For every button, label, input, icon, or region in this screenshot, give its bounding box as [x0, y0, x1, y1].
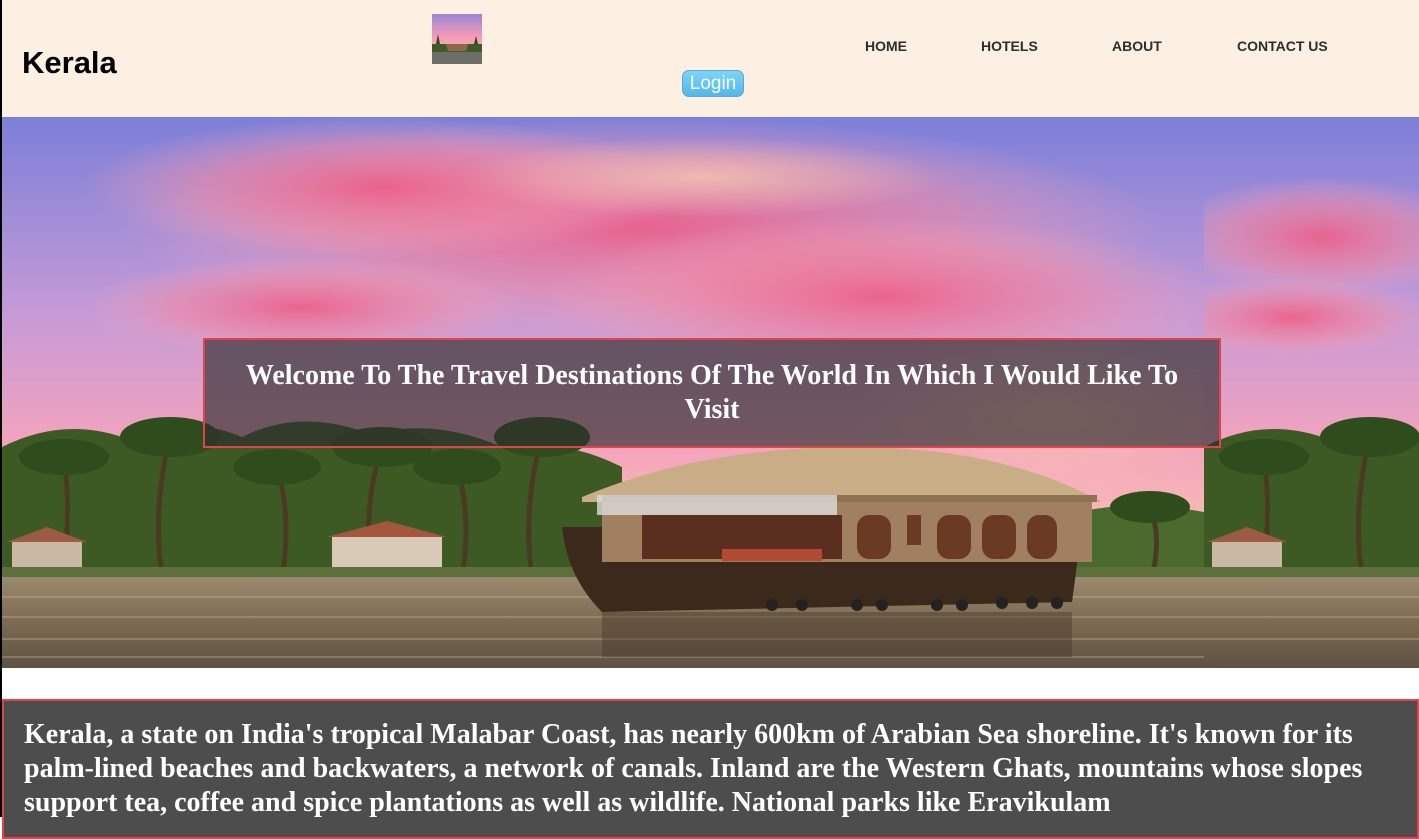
nav-hotels-link[interactable]: HOTELS: [981, 38, 1038, 54]
welcome-banner: Welcome To The Travel Destinations Of Th…: [203, 338, 1221, 448]
page-left-border: [0, 0, 2, 817]
site-header: Kerala HOME HOTELS ABOUT CONTACT US Logi…: [0, 0, 1419, 117]
nav-about-link[interactable]: ABOUT: [1112, 38, 1162, 54]
login-button[interactable]: Login: [682, 70, 744, 97]
kerala-description: Kerala, a state on India's tropical Mala…: [2, 699, 1419, 839]
nav-contact-us-link[interactable]: CONTACT US: [1237, 38, 1328, 54]
main-nav: HOME HOTELS ABOUT CONTACT US: [0, 38, 1419, 58]
nav-home-link[interactable]: HOME: [865, 38, 907, 54]
